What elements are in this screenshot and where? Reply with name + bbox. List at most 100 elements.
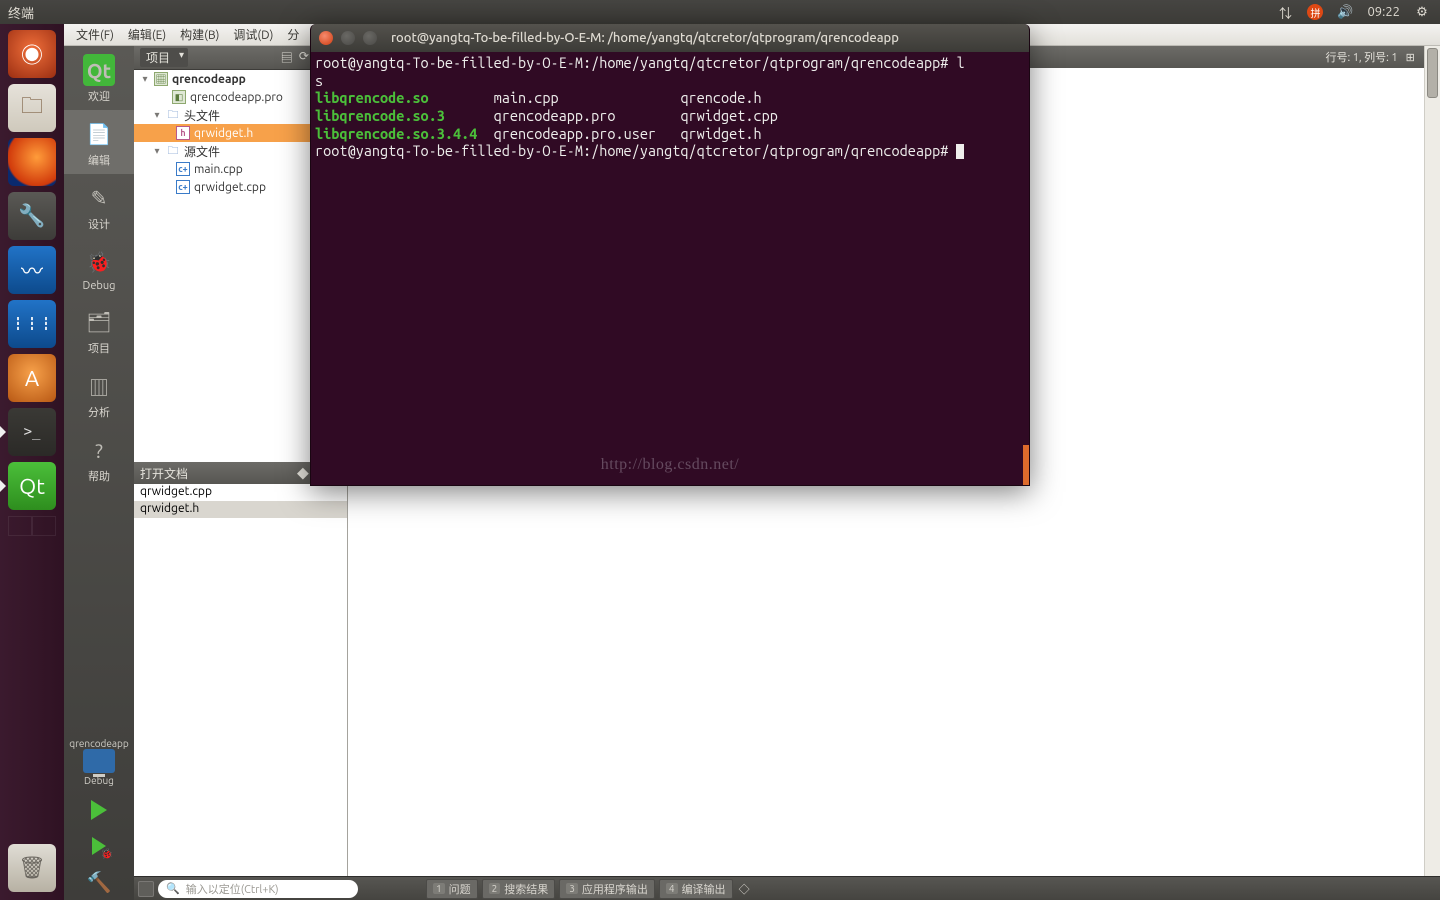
mode-welcome[interactable]: Qt 欢迎 — [64, 46, 134, 110]
ls-col2-1: qrencodeapp.pro — [494, 107, 616, 124]
mode-analyze-label: 分析 — [64, 404, 134, 420]
sidebar-view-combo[interactable]: 项目 — [140, 48, 188, 67]
menu-truncated[interactable]: 分 — [281, 24, 305, 45]
pro-file-icon: ◧ — [172, 90, 186, 104]
tree-source-0: main.cpp — [194, 163, 243, 176]
tree-headers-label: 头文件 — [184, 107, 220, 124]
launcher-qtcreator[interactable]: Qt — [8, 462, 56, 510]
launcher-settings[interactable]: 🔧 — [8, 192, 56, 240]
launcher-dash[interactable]: ◉ — [8, 30, 56, 78]
qt-logo-icon: Qt — [83, 54, 115, 86]
terminal-resize-handle[interactable] — [1023, 445, 1029, 485]
launcher-terminal[interactable]: >_ — [8, 408, 56, 456]
help-icon: ? — [83, 434, 115, 466]
editor-cursor-position: 行号: 1, 列号: 1 — [1325, 49, 1397, 65]
build-button[interactable]: 🔨 — [83, 868, 115, 896]
open-doc-item[interactable]: qrwidget.cpp — [134, 484, 347, 501]
terminal-titlebar[interactable]: root@yangtq-To-be-filled-by-O-E-M: /home… — [311, 24, 1029, 52]
output-tab-search[interactable]: 2搜索结果 — [482, 879, 556, 899]
terminal-window: root@yangtq-To-be-filled-by-O-E-M: /home… — [310, 24, 1030, 486]
window-close-button[interactable] — [319, 31, 333, 45]
ls-col3-0: qrencode.h — [680, 89, 761, 106]
unity-launcher: ◉ 🗀 🔧 〰 ┇┇┇ A >_ Qt 🗑 — [0, 24, 64, 900]
filter-icon[interactable]: ▤ — [281, 49, 293, 66]
term-prompt-1: root@yangtq-To-be-filled-by-O-E-M:/home/… — [315, 54, 948, 71]
output-tab-issues[interactable]: 1问题 — [426, 879, 478, 899]
window-maximize-button[interactable] — [363, 31, 377, 45]
open-doc-item[interactable]: qrwidget.h — [134, 501, 347, 518]
editor-split-icon[interactable]: ⊞ — [1406, 51, 1415, 64]
locator-placeholder: 输入以定位(Ctrl+K) — [186, 881, 279, 897]
menu-edit[interactable]: 编辑(E) — [122, 24, 172, 45]
bug-icon: 🐞 — [83, 246, 115, 278]
play-icon — [91, 800, 107, 820]
run-button[interactable] — [83, 796, 115, 824]
launcher-software-updater[interactable]: A — [8, 354, 56, 402]
mode-projects[interactable]: 🗂项目 — [64, 298, 134, 362]
menu-file[interactable]: 文件(F) — [70, 24, 120, 45]
mode-edit-label: 编辑 — [64, 152, 134, 168]
menu-debug[interactable]: 调试(D) — [227, 24, 279, 45]
cpp-file-icon: c+ — [176, 180, 190, 194]
folder-icon: 🗀 — [166, 108, 180, 122]
monitor-icon: 〰 — [21, 254, 43, 286]
window-minimize-button[interactable] — [341, 31, 355, 45]
launcher-files[interactable]: 🗀 — [8, 84, 56, 132]
tab-num: 2 — [489, 883, 501, 894]
hammer-icon: 🔨 — [87, 870, 112, 894]
ls-col2-2: qrencodeapp.pro.user — [494, 125, 656, 142]
editor-scrollbar[interactable] — [1424, 46, 1440, 876]
open-docs-combo-icon[interactable]: ◆ — [297, 465, 309, 482]
launcher-workspace[interactable] — [8, 516, 56, 536]
sidebar-toggle-button[interactable] — [138, 881, 154, 897]
menu-build[interactable]: 构建(B) — [174, 24, 225, 45]
ls-col2-0: main.cpp — [494, 89, 559, 106]
panel-title: 终端 — [0, 3, 34, 22]
wrench-icon: 🔧 — [18, 203, 45, 229]
sync-icon[interactable]: ⟳ — [299, 49, 309, 66]
ls-col3-1: qrwidget.cpp — [680, 107, 777, 124]
launcher-updates[interactable]: ┇┇┇ — [8, 300, 56, 348]
tree-source-1: qrwidget.cpp — [194, 181, 266, 194]
output-tab-compile[interactable]: 4编译输出 — [659, 879, 733, 899]
qtcreator-modebar: Qt 欢迎 📄编辑 ✎设计 🐞 Debug 🗂项目 ▥分析 ? 帮助 qrencode… — [64, 46, 134, 900]
design-icon: ✎ — [83, 182, 115, 214]
mode-design[interactable]: ✎设计 — [64, 174, 134, 238]
tree-sources-label: 源文件 — [184, 143, 220, 160]
mode-debug-label: Debug — [64, 280, 134, 292]
input-method-icon[interactable]: 拼 — [1307, 4, 1323, 20]
folder-icon: 🗀 — [21, 89, 43, 127]
ls-col3-2: qrwidget.h — [680, 125, 761, 142]
gear-icon[interactable]: ⚙ — [1414, 4, 1430, 20]
projects-icon: 🗂 — [83, 306, 115, 338]
output-expand-icon[interactable]: ◇ — [739, 881, 750, 897]
mode-welcome-label: 欢迎 — [64, 88, 134, 104]
locator-input[interactable]: 🔍 输入以定位(Ctrl+K) — [158, 880, 358, 898]
run-debug-button[interactable]: 🐞 — [83, 832, 115, 860]
network-icon[interactable]: ⇅ — [1277, 4, 1293, 20]
output-tab-appoutput[interactable]: 3 应用程序输出 — [559, 879, 655, 899]
terminal-body[interactable]: root@yangtq-To-be-filled-by-O-E-M:/home/… — [311, 52, 1029, 485]
tab-label: 搜索结果 — [504, 881, 548, 897]
mode-help[interactable]: ? 帮助 — [64, 426, 134, 490]
mode-debug[interactable]: 🐞 Debug — [64, 238, 134, 298]
target-selector[interactable]: qrencodeapp Debug — [64, 732, 134, 792]
open-docs-list[interactable]: qrwidget.cpp qrwidget.h — [134, 484, 347, 876]
mode-help-label: 帮助 — [64, 468, 134, 484]
open-docs-title: 打开文档 — [140, 465, 188, 482]
mode-edit[interactable]: 📄编辑 — [64, 110, 134, 174]
launcher-firefox[interactable] — [8, 138, 56, 186]
clock[interactable]: 09:22 — [1367, 5, 1400, 19]
scrollbar-thumb[interactable] — [1427, 48, 1438, 98]
term-cmd-frag-1: l — [956, 54, 964, 71]
volume-icon[interactable]: 🔊 — [1337, 4, 1353, 20]
launcher-monitor[interactable]: 〰 — [8, 246, 56, 294]
bug-overlay-icon: 🐞 — [101, 848, 113, 860]
mode-analyze[interactable]: ▥分析 — [64, 362, 134, 426]
h-file-icon: h — [176, 126, 190, 140]
launcher-trash[interactable]: 🗑 — [8, 844, 56, 892]
terminal-icon: >_ — [24, 424, 41, 440]
tab-num: 3 — [566, 883, 578, 894]
tree-pro-label: qrencodeapp.pro — [190, 91, 283, 104]
tab-label: 应用程序输出 — [582, 881, 648, 897]
